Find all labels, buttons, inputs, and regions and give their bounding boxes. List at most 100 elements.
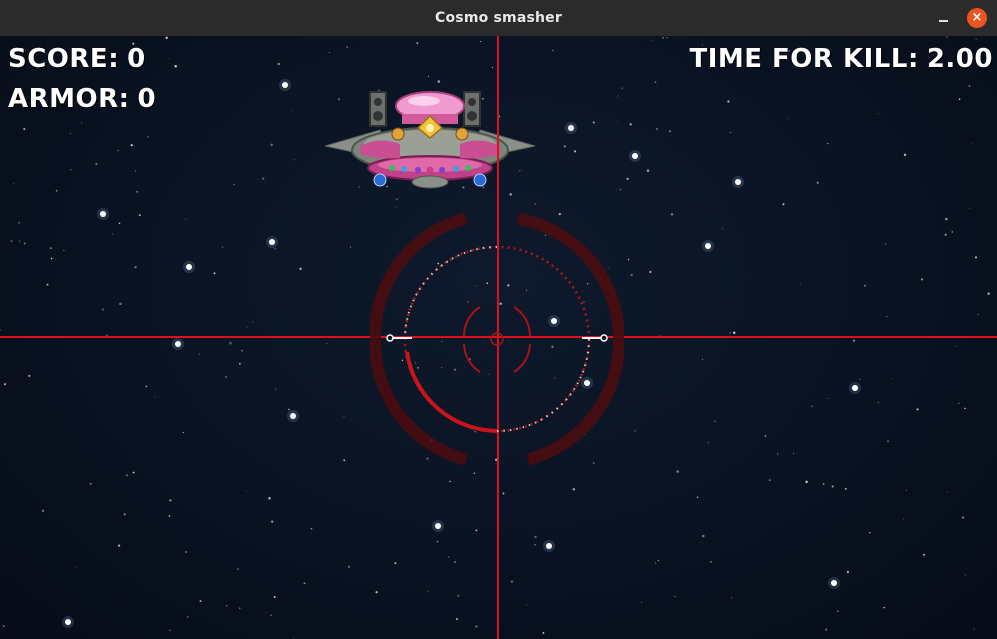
star xyxy=(945,217,948,221)
star xyxy=(629,123,632,126)
star xyxy=(270,143,273,146)
star xyxy=(111,233,113,235)
star xyxy=(174,64,177,68)
star xyxy=(23,242,26,245)
star xyxy=(793,453,795,455)
bright-star xyxy=(282,82,288,88)
minimize-icon xyxy=(938,20,948,22)
star xyxy=(138,214,141,217)
star xyxy=(707,441,709,443)
star xyxy=(270,614,272,616)
bright-star xyxy=(269,239,275,245)
star xyxy=(676,470,679,473)
star xyxy=(299,267,302,271)
star xyxy=(329,52,331,54)
star xyxy=(350,246,352,248)
armor-value: 0 xyxy=(137,84,157,114)
star xyxy=(18,240,21,242)
star xyxy=(18,221,21,224)
star xyxy=(475,625,478,628)
star xyxy=(666,37,668,39)
star xyxy=(956,345,958,347)
star xyxy=(225,376,227,378)
star xyxy=(944,233,947,236)
score-display: SCORE: 0 xyxy=(8,46,146,72)
star xyxy=(241,349,243,352)
star xyxy=(891,378,892,380)
star xyxy=(375,591,378,594)
star xyxy=(294,159,296,161)
kill-timer-display: TIME FOR KILL: 2.00 xyxy=(689,46,993,72)
star xyxy=(782,203,785,206)
star xyxy=(729,332,731,334)
star xyxy=(654,81,657,84)
kill-timer-value: 2.00 xyxy=(926,44,993,74)
star xyxy=(221,246,224,248)
star xyxy=(347,565,351,568)
star xyxy=(132,471,135,474)
star xyxy=(973,628,975,630)
star xyxy=(28,374,31,377)
star xyxy=(617,121,619,123)
star xyxy=(869,531,871,534)
star xyxy=(10,240,13,243)
star xyxy=(491,66,494,69)
star xyxy=(886,315,888,318)
star xyxy=(117,149,119,152)
star xyxy=(199,600,202,603)
star xyxy=(617,95,619,97)
star xyxy=(883,606,885,609)
star xyxy=(0,328,1,331)
star xyxy=(826,142,829,145)
star xyxy=(961,516,965,519)
star xyxy=(859,378,861,381)
star xyxy=(619,188,622,191)
close-button[interactable]: × xyxy=(967,8,987,28)
star xyxy=(41,509,45,513)
bright-star xyxy=(735,179,741,185)
star xyxy=(147,136,149,138)
star xyxy=(225,605,228,607)
star xyxy=(119,302,122,306)
star xyxy=(182,431,184,434)
star xyxy=(154,396,156,398)
star xyxy=(303,582,306,585)
star xyxy=(727,100,730,103)
star xyxy=(903,518,905,520)
star xyxy=(905,489,908,491)
star xyxy=(805,480,808,484)
game-canvas[interactable]: SCORE: 0 ARMOR: 0 TIME FOR KILL: 2.00 xyxy=(0,36,997,639)
star xyxy=(89,482,92,485)
star xyxy=(130,143,133,147)
star xyxy=(670,213,674,216)
star xyxy=(213,272,216,275)
minimize-button[interactable] xyxy=(933,8,953,28)
star xyxy=(69,132,71,134)
star xyxy=(846,570,850,574)
star xyxy=(2,625,5,627)
star xyxy=(346,46,348,48)
star xyxy=(237,568,239,570)
star xyxy=(167,58,169,60)
star xyxy=(169,499,172,502)
star xyxy=(641,601,642,603)
star xyxy=(626,177,629,180)
alien-mothership[interactable] xyxy=(320,88,540,198)
star xyxy=(714,420,716,423)
star xyxy=(245,490,247,492)
star xyxy=(449,480,451,483)
star xyxy=(134,266,137,269)
bright-star xyxy=(568,125,574,131)
title-bar[interactable]: Cosmo smasher × xyxy=(0,0,997,37)
star xyxy=(634,430,636,432)
bright-star xyxy=(175,341,181,347)
star xyxy=(916,408,919,411)
star xyxy=(946,491,948,493)
star xyxy=(437,80,441,83)
star xyxy=(265,612,267,614)
star xyxy=(80,122,83,124)
star xyxy=(977,314,979,316)
star xyxy=(975,38,977,40)
star xyxy=(262,177,265,180)
star xyxy=(416,42,419,44)
